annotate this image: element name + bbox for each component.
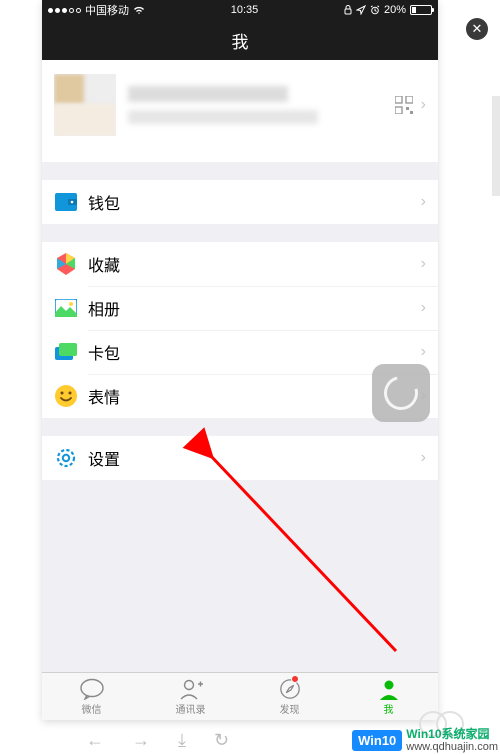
- chevron-right-icon: ›: [421, 299, 426, 317]
- qr-code-icon[interactable]: [395, 96, 413, 114]
- wallet-label: 钱包: [88, 190, 421, 214]
- profile-row[interactable]: ›: [42, 60, 438, 162]
- album-icon: [54, 296, 78, 320]
- favorites-row[interactable]: 收藏 ›: [42, 242, 438, 286]
- gear-icon: [54, 446, 78, 470]
- signal-dots-icon: [48, 8, 81, 13]
- compass-icon: [277, 678, 303, 700]
- chevron-right-icon: ›: [421, 343, 426, 361]
- album-row[interactable]: 相册 ›: [42, 286, 438, 330]
- chevron-right-icon: ›: [421, 449, 426, 467]
- watermark-line2: www.qdhuajin.com: [406, 741, 498, 753]
- back-icon[interactable]: ←: [86, 730, 104, 751]
- tab-me-label: 我: [384, 701, 394, 716]
- wallet-row[interactable]: 钱包 ›: [42, 180, 438, 224]
- tab-contacts-label: 通讯录: [176, 701, 206, 716]
- chevron-right-icon: ›: [421, 193, 426, 211]
- watermark-line1: Win10系统家园: [406, 727, 489, 741]
- album-label: 相册: [88, 296, 421, 320]
- watermark-badge: Win10: [352, 730, 402, 751]
- chat-bubble-icon: [79, 678, 105, 700]
- battery-icon: [410, 5, 432, 15]
- contacts-icon: [178, 678, 204, 700]
- tab-contacts[interactable]: 通讯录: [141, 673, 240, 720]
- download-icon[interactable]: ⤓: [178, 730, 186, 751]
- alarm-icon: [370, 5, 380, 15]
- tab-chats-label: 微信: [82, 701, 102, 716]
- status-bar: 中国移动 10:35 20%: [42, 0, 438, 20]
- lock-icon: [344, 5, 352, 15]
- tab-discover[interactable]: 发现: [240, 673, 339, 720]
- nav-bar: 我: [42, 20, 438, 60]
- wifi-icon: [133, 5, 145, 15]
- phone-frame: 中国移动 10:35 20% 我 › 钱包: [42, 0, 438, 720]
- refresh-icon[interactable]: ↻: [214, 730, 229, 751]
- browser-toolbar: ← → ⤓ ↻: [0, 725, 280, 755]
- cards-icon: [54, 340, 78, 364]
- smile-icon: [54, 384, 78, 408]
- chevron-right-icon: ›: [421, 255, 426, 273]
- tab-chats[interactable]: 微信: [42, 673, 141, 720]
- settings-row[interactable]: 设置 ›: [42, 436, 438, 480]
- assistive-touch-button[interactable]: [372, 364, 430, 422]
- close-button[interactable]: ✕: [466, 18, 488, 40]
- cards-label: 卡包: [88, 340, 421, 364]
- side-decoration: [492, 96, 500, 196]
- favorites-label: 收藏: [88, 252, 421, 276]
- stickers-label: 表情: [88, 384, 421, 408]
- watermark: Win10 Win10系统家园 www.qdhuajin.com: [352, 728, 498, 753]
- carrier-label: 中国移动: [85, 2, 129, 18]
- forward-icon[interactable]: →: [132, 730, 150, 751]
- profile-text: [128, 86, 395, 124]
- chevron-right-icon: ›: [421, 96, 426, 114]
- location-arrow-icon: [356, 5, 366, 15]
- page-title: 我: [232, 28, 249, 53]
- clock-label: 10:35: [231, 4, 259, 16]
- person-icon: [376, 678, 402, 700]
- avatar: [54, 74, 116, 136]
- favorites-icon: [54, 252, 78, 276]
- settings-label: 设置: [88, 446, 421, 470]
- tab-bar: 微信 通讯录 发现 我: [42, 672, 438, 720]
- battery-pct-label: 20%: [384, 4, 406, 16]
- tab-discover-label: 发现: [280, 701, 300, 716]
- wallet-icon: [54, 190, 78, 214]
